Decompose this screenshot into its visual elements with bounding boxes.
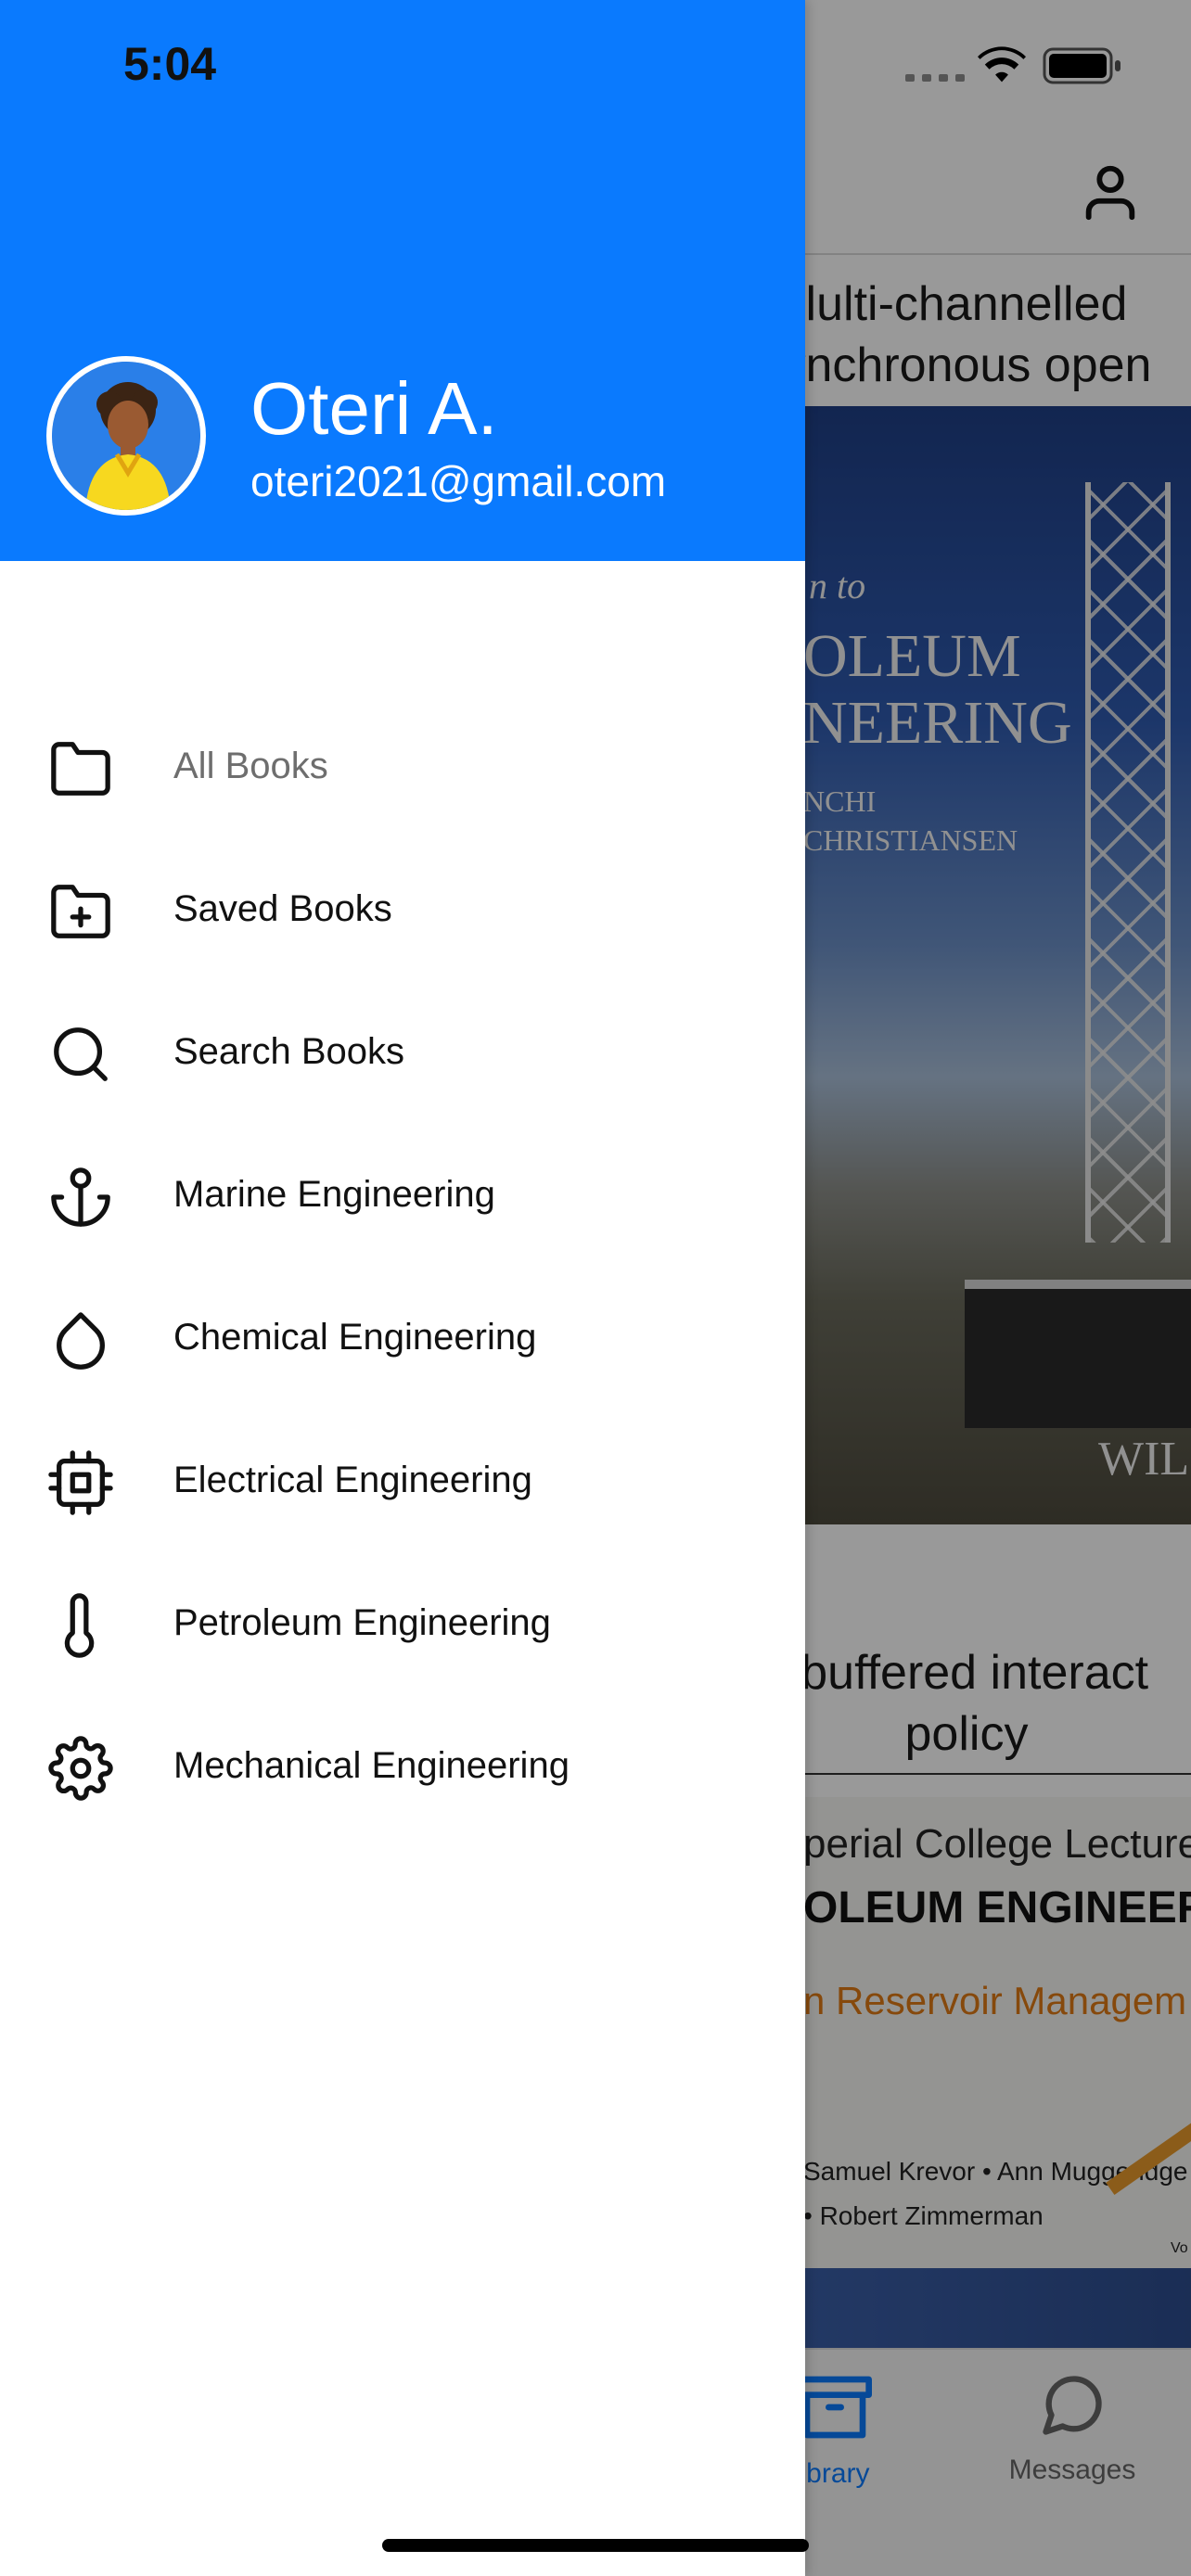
cellular-signal-icon (905, 74, 965, 82)
folder-plus-icon (51, 885, 110, 938)
menu-item-label: Chemical Engineering (173, 1317, 537, 1358)
droplet-icon (57, 1312, 105, 1370)
battery-icon (1043, 47, 1121, 84)
menu-item-chemical-engineering[interactable]: Chemical Engineering (0, 1276, 805, 1406)
menu-item-all-books[interactable]: All Books (0, 705, 805, 835)
menu-item-label: Marine Engineering (173, 1174, 495, 1215)
menu-item-marine-engineering[interactable]: Marine Engineering (0, 1133, 805, 1263)
home-indicator[interactable] (382, 2539, 809, 2552)
folder-icon (51, 742, 110, 796)
drawer-header: 5:04 Oteri A. oteri2021@gmail.com (0, 0, 805, 561)
menu-item-label: Saved Books (173, 888, 392, 929)
menu-item-saved-books[interactable]: Saved Books (0, 848, 805, 977)
search-icon (54, 1027, 108, 1081)
menu-item-mechanical-engineering[interactable]: Mechanical Engineering (0, 1704, 805, 1834)
user-avatar-icon (52, 362, 200, 510)
menu-item-petroleum-engineering[interactable]: Petroleum Engineering (0, 1562, 805, 1691)
menu-item-label: All Books (173, 746, 328, 786)
user-name: Oteri A. (250, 367, 498, 450)
menu-item-electrical-engineering[interactable]: Electrical Engineering (0, 1419, 805, 1549)
thermometer-icon (64, 1593, 95, 1658)
cpu-icon (48, 1450, 113, 1515)
anchor-icon (51, 1167, 110, 1227)
menu-item-label: Electrical Engineering (173, 1460, 532, 1500)
settings-icon (48, 1736, 113, 1801)
avatar[interactable] (46, 356, 206, 516)
status-time: 5:04 (123, 38, 217, 90)
menu-item-label: Search Books (173, 1031, 405, 1072)
wifi-icon (978, 46, 1026, 83)
navigation-drawer: 5:04 Oteri A. oteri2021@gmail.com All Bo… (0, 0, 805, 2576)
user-email: oteri2021@gmail.com (250, 457, 667, 505)
menu-item-label: Petroleum Engineering (173, 1602, 551, 1643)
menu-item-search-books[interactable]: Search Books (0, 990, 805, 1120)
menu-item-label: Mechanical Engineering (173, 1745, 570, 1786)
